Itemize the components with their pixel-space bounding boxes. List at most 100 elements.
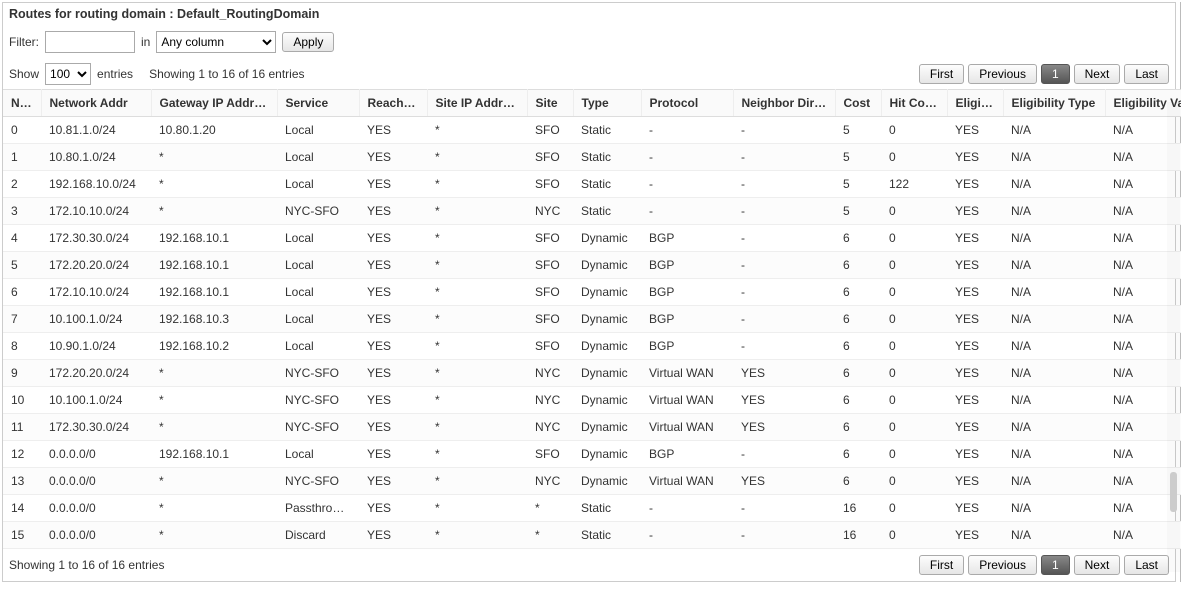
cell: YES xyxy=(947,252,1003,279)
col-header[interactable]: Eligibility Type xyxy=(1003,90,1105,117)
table-row[interactable]: 3172.10.10.0/24*NYC-SFOYES*NYCStatic--50… xyxy=(3,198,1181,225)
cell: 192.168.10.1 xyxy=(151,225,277,252)
filter-column-select[interactable]: Any column xyxy=(156,31,276,53)
col-header[interactable]: Gateway IP Address xyxy=(151,90,277,117)
cell: 172.10.10.0/24 xyxy=(41,198,151,225)
pager-top: First Previous 1 Next Last xyxy=(919,64,1169,84)
pager-bottom: First Previous 1 Next Last xyxy=(919,555,1169,575)
cell: BGP xyxy=(641,279,733,306)
cell: 16 xyxy=(835,495,881,522)
cell: 0 xyxy=(881,117,947,144)
table-row[interactable]: 6172.10.10.0/24192.168.10.1LocalYES*SFOD… xyxy=(3,279,1181,306)
cell: YES xyxy=(947,414,1003,441)
page-1-button-bottom[interactable]: 1 xyxy=(1041,555,1070,575)
col-header[interactable]: Neighbor Direct xyxy=(733,90,835,117)
table-row[interactable]: 4172.30.30.0/24192.168.10.1LocalYES*SFOD… xyxy=(3,225,1181,252)
cell: 3 xyxy=(3,198,41,225)
cell: YES xyxy=(359,522,427,549)
cell: 6 xyxy=(835,306,881,333)
table-row[interactable]: 11172.30.30.0/24*NYC-SFOYES*NYCDynamicVi… xyxy=(3,414,1181,441)
cell: SFO xyxy=(527,279,573,306)
col-header[interactable]: Eligible xyxy=(947,90,1003,117)
cell: NYC xyxy=(527,468,573,495)
col-header[interactable]: Reachable xyxy=(359,90,427,117)
first-button-bottom[interactable]: First xyxy=(919,555,964,575)
last-button[interactable]: Last xyxy=(1124,64,1169,84)
table-row[interactable]: 140.0.0.0/0*PassthroughYES**Static--160Y… xyxy=(3,495,1181,522)
table-row[interactable]: 5172.20.20.0/24192.168.10.1LocalYES*SFOD… xyxy=(3,252,1181,279)
cell: - xyxy=(733,144,835,171)
cell: N/A xyxy=(1003,306,1105,333)
first-button[interactable]: First xyxy=(919,64,964,84)
page-1-button[interactable]: 1 xyxy=(1041,64,1070,84)
col-header[interactable]: Hit Count xyxy=(881,90,947,117)
cell: YES xyxy=(359,117,427,144)
next-button[interactable]: Next xyxy=(1074,64,1121,84)
cell: 16 xyxy=(835,522,881,549)
table-row[interactable]: 710.100.1.0/24192.168.10.3LocalYES*SFODy… xyxy=(3,306,1181,333)
col-header[interactable]: Site IP Address xyxy=(427,90,527,117)
cell: YES xyxy=(947,360,1003,387)
cell: * xyxy=(427,387,527,414)
col-header[interactable]: Site xyxy=(527,90,573,117)
cell: * xyxy=(151,387,277,414)
cell: 10.100.1.0/24 xyxy=(41,387,151,414)
table-row[interactable]: 120.0.0.0/0192.168.10.1LocalYES*SFODynam… xyxy=(3,441,1181,468)
table-row[interactable]: 1010.100.1.0/24*NYC-SFOYES*NYCDynamicVir… xyxy=(3,387,1181,414)
previous-button[interactable]: Previous xyxy=(968,64,1037,84)
cell: 6 xyxy=(835,414,881,441)
cell: * xyxy=(151,495,277,522)
filter-input[interactable] xyxy=(45,31,135,53)
cell: * xyxy=(151,360,277,387)
col-header[interactable]: Num xyxy=(3,90,41,117)
cell: 14 xyxy=(3,495,41,522)
col-header[interactable]: Network Addr xyxy=(41,90,151,117)
show-entries-select[interactable]: 100 xyxy=(45,63,91,85)
cell: 0 xyxy=(881,414,947,441)
cell: * xyxy=(427,198,527,225)
table-row[interactable]: 150.0.0.0/0*DiscardYES**Static--160YESN/… xyxy=(3,522,1181,549)
col-header[interactable]: Type xyxy=(573,90,641,117)
table-row[interactable]: 130.0.0.0/0*NYC-SFOYES*NYCDynamicVirtual… xyxy=(3,468,1181,495)
table-row[interactable]: 810.90.1.0/24192.168.10.2LocalYES*SFODyn… xyxy=(3,333,1181,360)
table-row[interactable]: 010.81.1.0/2410.80.1.20LocalYES*SFOStati… xyxy=(3,117,1181,144)
cell: 6 xyxy=(835,360,881,387)
table-row[interactable]: 9172.20.20.0/24*NYC-SFOYES*NYCDynamicVir… xyxy=(3,360,1181,387)
cell: * xyxy=(527,522,573,549)
cell: Virtual WAN xyxy=(641,468,733,495)
cell: - xyxy=(733,279,835,306)
col-header[interactable]: Protocol xyxy=(641,90,733,117)
cell: 0.0.0.0/0 xyxy=(41,522,151,549)
previous-button-bottom[interactable]: Previous xyxy=(968,555,1037,575)
cell: Local xyxy=(277,144,359,171)
cell: 122 xyxy=(881,171,947,198)
last-button-bottom[interactable]: Last xyxy=(1124,555,1169,575)
table-row[interactable]: 110.80.1.0/24*LocalYES*SFOStatic--50YESN… xyxy=(3,144,1181,171)
cell: Virtual WAN xyxy=(641,360,733,387)
cell: NYC xyxy=(527,198,573,225)
cell: YES xyxy=(947,117,1003,144)
bottom-controls: Showing 1 to 16 of 16 entries First Prev… xyxy=(3,549,1175,581)
cell: - xyxy=(733,441,835,468)
cell: * xyxy=(427,144,527,171)
cell: 10.100.1.0/24 xyxy=(41,306,151,333)
cell: 6 xyxy=(835,225,881,252)
cell: N/A xyxy=(1003,468,1105,495)
cell: 4 xyxy=(3,225,41,252)
cell: N/A xyxy=(1003,333,1105,360)
cell: N/A xyxy=(1003,387,1105,414)
cell: YES xyxy=(733,414,835,441)
cell: YES xyxy=(359,387,427,414)
cell: Dynamic xyxy=(573,414,641,441)
col-header[interactable]: Cost xyxy=(835,90,881,117)
cell: BGP xyxy=(641,252,733,279)
apply-button[interactable]: Apply xyxy=(282,32,334,52)
cell: - xyxy=(641,495,733,522)
next-button-bottom[interactable]: Next xyxy=(1074,555,1121,575)
cell: YES xyxy=(359,360,427,387)
table-row[interactable]: 2192.168.10.0/24*LocalYES*SFOStatic--512… xyxy=(3,171,1181,198)
scrollbar-thumb[interactable] xyxy=(1170,472,1177,512)
cell: YES xyxy=(947,495,1003,522)
col-header[interactable]: Service xyxy=(277,90,359,117)
cell: 10.80.1.20 xyxy=(151,117,277,144)
